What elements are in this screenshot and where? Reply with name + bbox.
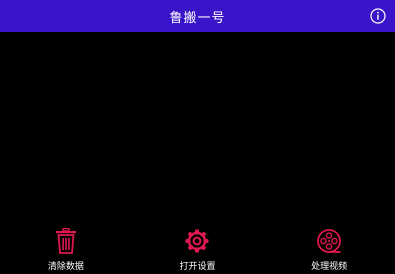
gear-icon bbox=[184, 228, 210, 254]
title-bar: 鲁搬一号 bbox=[0, 0, 395, 32]
film-reel-icon bbox=[316, 228, 342, 254]
info-button[interactable] bbox=[369, 7, 387, 25]
action-bar: 清除数据 打开设置 处理视频 bbox=[0, 228, 395, 274]
process-video-label: 处理视频 bbox=[311, 262, 348, 272]
page-title: 鲁搬一号 bbox=[169, 10, 226, 26]
trash-icon bbox=[53, 228, 79, 254]
open-settings-label: 打开设置 bbox=[179, 262, 216, 272]
app-screen: 鲁搬一号 清除数据 打开设置 处理视频 bbox=[0, 0, 395, 274]
clear-data-button[interactable]: 清除数据 bbox=[26, 228, 106, 272]
process-video-button[interactable]: 处理视频 bbox=[289, 228, 369, 272]
open-settings-button[interactable]: 打开设置 bbox=[157, 228, 237, 272]
info-circle-icon bbox=[370, 8, 386, 24]
video-preview-area bbox=[0, 32, 395, 230]
clear-data-label: 清除数据 bbox=[47, 262, 84, 272]
